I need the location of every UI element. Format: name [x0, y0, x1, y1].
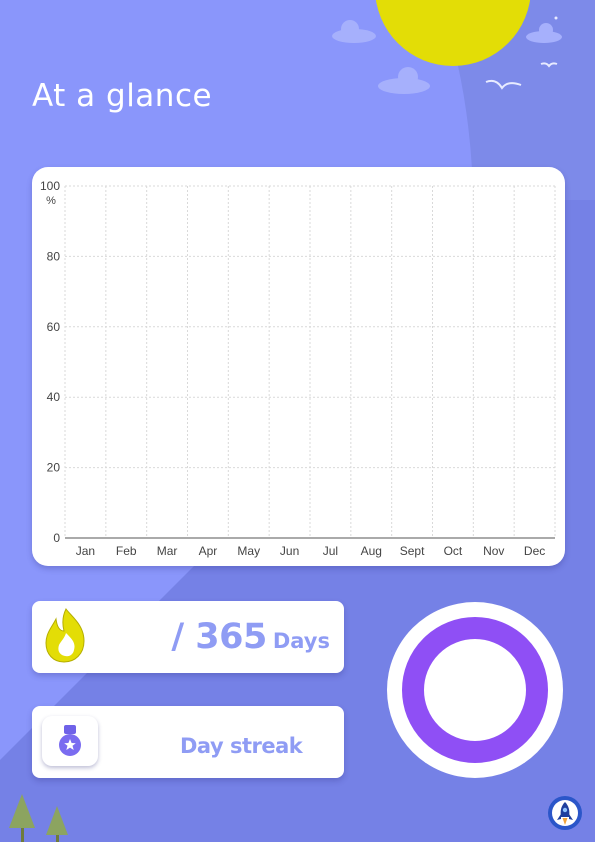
y-tick-label: 60 [47, 320, 61, 334]
y-tick-label: 0 [53, 531, 60, 545]
x-tick-label: Aug [361, 544, 382, 558]
chart-svg: 0 20 40 60 80 100% Jan Feb Mar Apr May Jun Jul Aug Sep… [40, 179, 556, 558]
fire-icon [45, 608, 85, 663]
y-tick-label: 20 [47, 461, 61, 475]
streak-card: Day streak [32, 706, 344, 778]
progress-ring [387, 602, 563, 778]
x-tick-label: Jun [280, 544, 299, 558]
x-tick-label: Sept [400, 544, 425, 558]
streak-label: Day streak [180, 734, 303, 758]
days-total: / 365 Days [171, 617, 330, 657]
x-tick-label: Feb [116, 544, 137, 558]
monthly-progress-chart: 0 20 40 60 80 100% Jan Feb Mar Apr May Jun Jul Aug Sep… [32, 167, 565, 566]
x-tick-label: Dec [524, 544, 545, 558]
x-tick-label: Oct [444, 544, 463, 558]
x-tick-label: Jan [76, 544, 95, 558]
days-unit-label: Days [272, 629, 330, 653]
y-axis-unit-label: % [46, 195, 56, 207]
x-tick-label: Mar [157, 544, 178, 558]
days-count-card: / 365 Days [32, 601, 344, 673]
page-title: At a glance [32, 78, 213, 114]
medal-badge [42, 716, 98, 766]
x-tick-label: May [237, 544, 260, 558]
y-tick-label: 80 [47, 249, 61, 263]
x-tick-label: Apr [199, 544, 218, 558]
medal-icon [59, 725, 81, 756]
y-tick-label: 40 [47, 390, 61, 404]
x-tick-label: Nov [483, 544, 504, 558]
rocket-icon[interactable] [547, 795, 583, 831]
days-total-value: / 365 [171, 617, 267, 657]
y-tick-label: 100 [40, 179, 60, 193]
x-tick-label: Jul [323, 544, 338, 558]
